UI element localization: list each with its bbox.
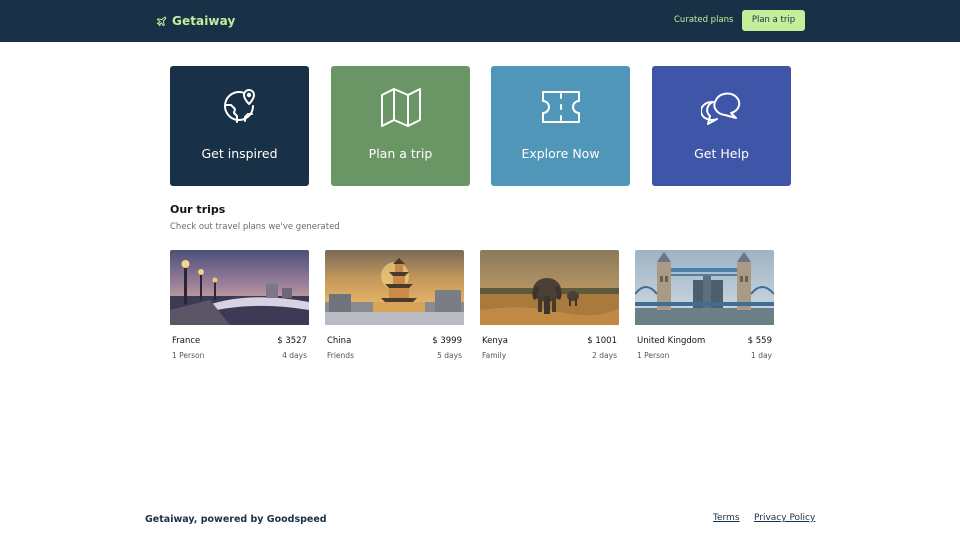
trip-country: France bbox=[172, 336, 201, 346]
trip-price: $ 3527 bbox=[277, 336, 307, 346]
footer-brand: Getaiway, powered by Goodspeed bbox=[145, 514, 327, 525]
trip-group: 1 Person bbox=[172, 351, 205, 360]
trip-country: Kenya bbox=[482, 336, 509, 346]
plane-icon bbox=[156, 16, 167, 26]
footer-terms-link[interactable]: Terms bbox=[713, 512, 740, 525]
trip-group: 1 Person bbox=[637, 351, 670, 360]
chat-bubbles-icon bbox=[701, 92, 741, 125]
trip-group: Family bbox=[482, 351, 507, 360]
section-title: Our trips bbox=[170, 203, 226, 216]
card-plan-a-trip[interactable]: Plan a trip bbox=[331, 66, 470, 186]
trip-price: $ 559 bbox=[747, 336, 772, 346]
trip-card-kenya[interactable]: Kenya $ 1001 Family 2 days bbox=[480, 250, 619, 365]
card-explore-now[interactable]: Explore Now bbox=[491, 66, 630, 186]
trip-group: Friends bbox=[327, 351, 354, 360]
nav-curated-plans-link[interactable]: Curated plans bbox=[674, 14, 733, 27]
card-label: Get inspired bbox=[201, 146, 278, 161]
globe-pin-icon bbox=[224, 89, 255, 123]
trip-card-united-kingdom[interactable]: United Kingdom $ 559 1 Person 1 day bbox=[635, 250, 774, 365]
paris-bridge-dusk-photo bbox=[170, 250, 309, 325]
trip-country: China bbox=[327, 336, 352, 346]
brand-logo[interactable]: Getaiway bbox=[156, 12, 235, 30]
trip-duration: 2 days bbox=[592, 351, 617, 360]
tower-bridge-photo bbox=[635, 250, 774, 325]
map-icon bbox=[381, 88, 421, 127]
trip-price: $ 3999 bbox=[432, 336, 462, 346]
ticket-icon bbox=[542, 91, 580, 123]
trip-card-china[interactable]: China $ 3999 Friends 5 days bbox=[325, 250, 464, 365]
card-get-help[interactable]: Get Help bbox=[652, 66, 791, 186]
trip-duration: 5 days bbox=[437, 351, 462, 360]
section-subtitle: Check out travel plans we've generated bbox=[170, 222, 340, 232]
top-navbar: Getaiway Curated plans Plan a trip bbox=[0, 0, 960, 42]
pagoda-sunset-photo bbox=[325, 250, 464, 325]
card-label: Explore Now bbox=[521, 146, 600, 161]
trip-price: $ 1001 bbox=[587, 336, 617, 346]
footer-privacy-link[interactable]: Privacy Policy bbox=[754, 512, 815, 525]
card-label: Get Help bbox=[694, 146, 749, 161]
trip-duration: 1 day bbox=[751, 351, 772, 360]
card-get-inspired[interactable]: Get inspired bbox=[170, 66, 309, 186]
trip-country: United Kingdom bbox=[637, 336, 706, 346]
plan-trip-button[interactable]: Plan a trip bbox=[742, 10, 805, 31]
card-label: Plan a trip bbox=[368, 146, 433, 161]
brand-name: Getaiway bbox=[172, 14, 236, 28]
elephant-savanna-photo bbox=[480, 250, 619, 325]
trip-duration: 4 days bbox=[282, 351, 307, 360]
trip-card-france[interactable]: France $ 3527 1 Person 4 days bbox=[170, 250, 309, 365]
